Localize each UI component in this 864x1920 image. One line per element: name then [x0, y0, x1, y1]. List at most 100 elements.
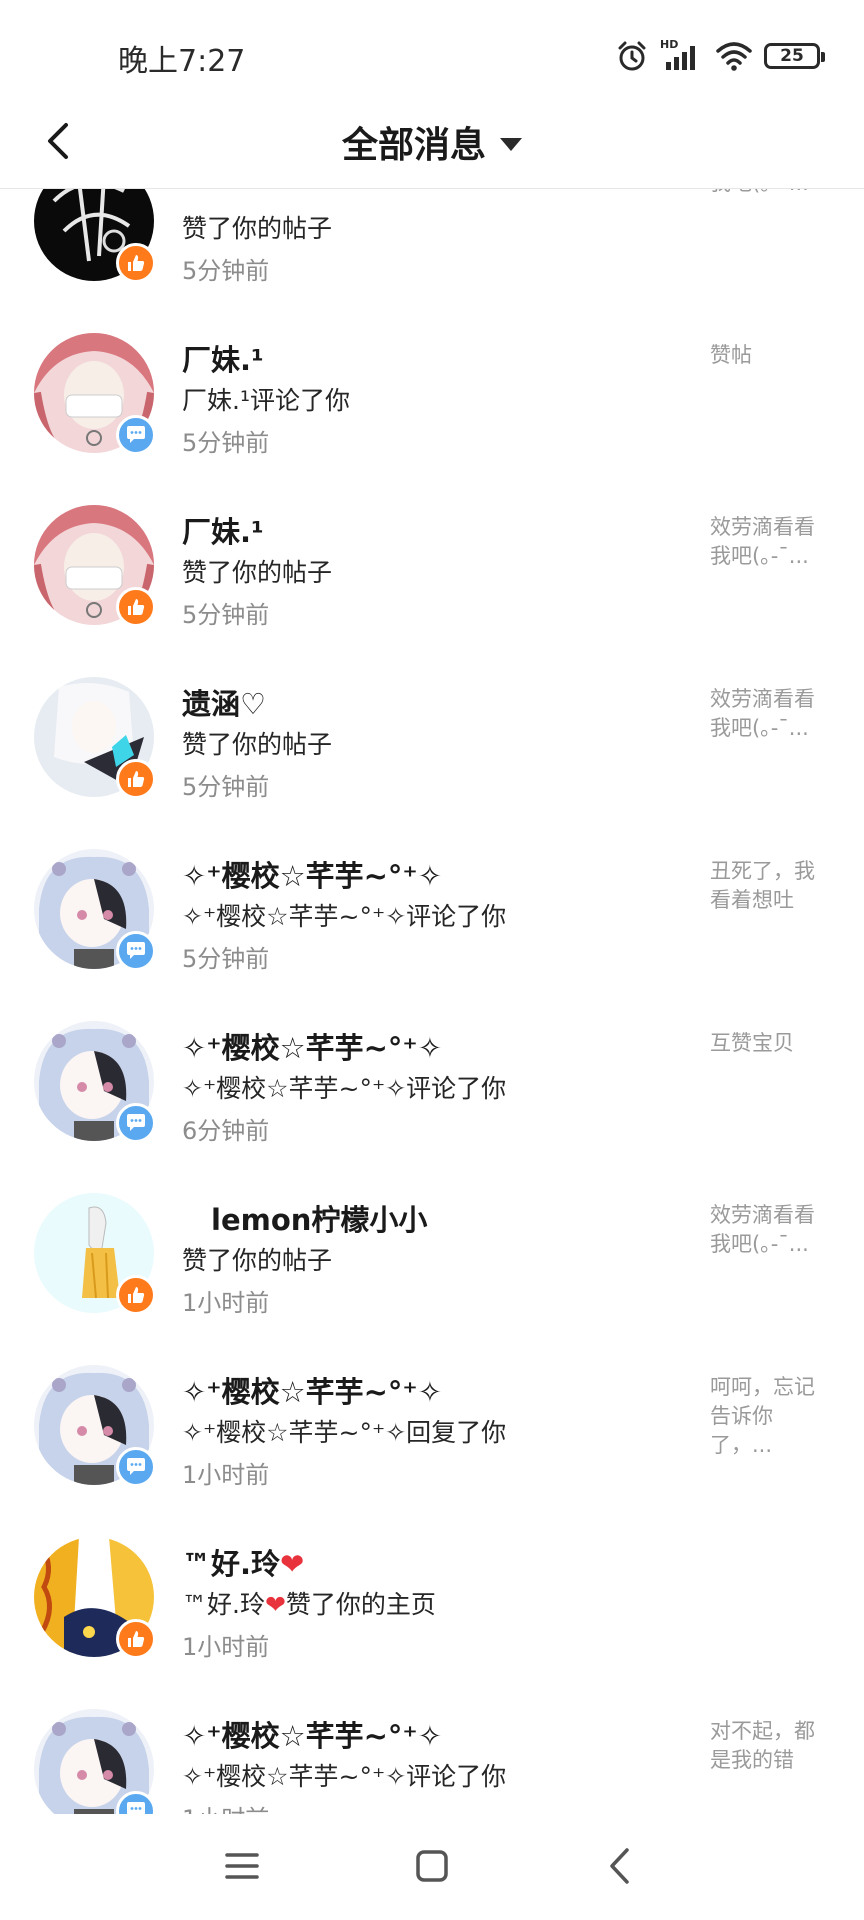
chat-bubble-icon [127, 1458, 145, 1475]
message-item[interactable]: 遗涵♡ 赞了你的帖子 5分钟前 效劳滴看看我吧(｡-¯... [0, 637, 864, 809]
message-item[interactable]: lemon柠檬小小 赞了你的帖子 1小时前 效劳滴看看我吧(｡-¯... [0, 1153, 864, 1325]
chat-bubble-icon [127, 1802, 145, 1814]
comment-badge [116, 415, 156, 455]
heart-emoji: ❤ [264, 1590, 286, 1619]
status-icons: HD 25 [616, 38, 825, 74]
alarm-icon [618, 41, 646, 71]
action-main: ✧⁺樱校☆芊芋~°⁺✧评论了你 [182, 1762, 507, 1791]
sender-name[interactable]: 遗涵♡ [182, 681, 266, 723]
comment-badge [116, 1103, 156, 1143]
heart-emoji: ❤ [280, 1547, 305, 1581]
status-bar: 晚上7:27 HD 25 [0, 0, 864, 110]
action-text: ✧⁺樱校☆芊芋~°⁺✧评论了你 [182, 897, 506, 933]
post-preview[interactable]: 效劳滴看看我吧(｡-¯... [710, 513, 820, 571]
action-main: 厂妹.¹评论了你 [182, 386, 350, 415]
sender-name[interactable]: ™好.玲❤ [182, 1541, 304, 1583]
hd-signal-icon: HD [660, 38, 704, 72]
action-text: 赞了你的帖子 [182, 553, 332, 589]
sender-name-text: ™好.玲 [182, 1547, 281, 1581]
action-main: ✧⁺樱校☆芊芋~°⁺✧回复了你 [182, 1418, 507, 1447]
battery-icon: 25 [764, 43, 825, 69]
post-preview[interactable]: 我吧(｡-¯... [710, 189, 820, 198]
home-button[interactable] [402, 1836, 462, 1896]
action-main: 赞了你的帖子 [182, 558, 333, 587]
comment-badge [116, 931, 156, 971]
action-text: ✧⁺樱校☆芊芋~°⁺✧评论了你 [182, 1757, 506, 1793]
action-text: 赞了你的帖子 [182, 1241, 332, 1277]
like-badge [116, 587, 156, 627]
action-main: ✧⁺樱校☆芊芋~°⁺✧评论了你 [182, 1074, 507, 1103]
action-main: ✧⁺樱校☆芊芋~°⁺✧评论了你 [182, 902, 507, 931]
square-icon [416, 1850, 448, 1882]
thumbs-up-icon [128, 1287, 145, 1303]
action-main: ™好.玲 [182, 1590, 265, 1619]
action-text: 赞了你的帖子 [182, 209, 332, 245]
timestamp: 5分钟前 [182, 945, 270, 973]
filter-dropdown[interactable]: 全部消息 [0, 96, 864, 188]
chat-bubble-icon [127, 1114, 145, 1131]
message-item[interactable]: ✧⁺樱校☆芊芋~°⁺✧ ✧⁺樱校☆芊芋~°⁺✧评论了你 6分钟前 互赞宝贝 [0, 981, 864, 1153]
timestamp: 1小时前 [182, 1461, 270, 1489]
sender-name-text: lemon柠檬小小 [182, 1203, 428, 1237]
timestamp: 5分钟前 [182, 429, 270, 457]
comment-badge [116, 1447, 156, 1487]
like-badge [116, 243, 156, 283]
message-list: 赞了你的帖子 5分钟前 我吧(｡-¯... 厂妹.¹ 厂妹.¹评论了你 5分钟前… [0, 189, 864, 1814]
action-main: 赞了你的帖子 [182, 1246, 333, 1275]
post-preview[interactable]: 赞帖 [710, 341, 820, 370]
like-badge [116, 759, 156, 799]
system-nav-bar [0, 1814, 864, 1920]
wifi-icon [716, 42, 752, 71]
sender-name-text: ✧⁺樱校☆芊芋~°⁺✧ [182, 1375, 443, 1409]
action-suffix: 赞了你的主页 [285, 1590, 436, 1619]
sender-name[interactable]: 厂妹.¹ [182, 509, 264, 551]
message-item[interactable]: ™好.玲❤ ™好.玲❤赞了你的主页 1小时前 [0, 1497, 864, 1669]
sender-name-text: 遗涵♡ [182, 687, 266, 721]
action-text: ✧⁺樱校☆芊芋~°⁺✧回复了你 [182, 1413, 506, 1449]
timestamp: 5分钟前 [182, 773, 270, 801]
message-item[interactable]: ✧⁺樱校☆芊芋~°⁺✧ ✧⁺樱校☆芊芋~°⁺✧评论了你 5分钟前 丑死了，我看着… [0, 809, 864, 981]
timestamp: 5分钟前 [182, 257, 270, 285]
nav-back-button[interactable] [590, 1836, 650, 1896]
caret-down-icon [500, 137, 522, 151]
post-preview[interactable]: 效劳滴看看我吧(｡-¯... [710, 685, 820, 743]
sender-name[interactable]: ✧⁺樱校☆芊芋~°⁺✧ [182, 853, 442, 895]
timestamp: 5分钟前 [182, 601, 270, 629]
thumbs-up-icon [128, 1631, 145, 1647]
sender-name[interactable]: ✧⁺樱校☆芊芋~°⁺✧ [182, 1025, 442, 1067]
timestamp: 6分钟前 [182, 1117, 270, 1145]
post-preview[interactable]: 对不起，都是我的错 [710, 1717, 820, 1775]
timestamp: 1小时前 [182, 1289, 270, 1317]
action-text: 赞了你的帖子 [182, 725, 332, 761]
message-item[interactable]: 厂妹.¹ 赞了你的帖子 5分钟前 效劳滴看看我吧(｡-¯... [0, 465, 864, 637]
message-item[interactable]: ✧⁺樱校☆芊芋~°⁺✧ ✧⁺樱校☆芊芋~°⁺✧回复了你 1小时前 呵呵，忘记告诉… [0, 1325, 864, 1497]
post-preview[interactable]: 呵呵，忘记告诉你了，... [710, 1373, 820, 1460]
like-badge [116, 1619, 156, 1659]
sender-name-text: 厂妹.¹ [182, 343, 264, 377]
battery-level: 25 [780, 46, 804, 66]
post-preview[interactable]: 效劳滴看看我吧(｡-¯... [710, 1201, 820, 1259]
menu-button[interactable] [212, 1836, 272, 1896]
sender-name[interactable]: 厂妹.¹ [182, 337, 264, 379]
action-main: 赞了你的帖子 [182, 730, 333, 759]
thumbs-up-icon [128, 771, 145, 787]
action-text: 厂妹.¹评论了你 [182, 381, 350, 417]
message-item[interactable]: 厂妹.¹ 厂妹.¹评论了你 5分钟前 赞帖 [0, 293, 864, 465]
menu-icon [225, 1853, 259, 1879]
post-preview[interactable]: 丑死了，我看着想吐 [710, 857, 820, 915]
action-text: ✧⁺樱校☆芊芋~°⁺✧评论了你 [182, 1069, 506, 1105]
message-item[interactable]: ✧⁺樱校☆芊芋~°⁺✧ ✧⁺樱校☆芊芋~°⁺✧评论了你 1小时前 对不起，都是我… [0, 1669, 864, 1814]
timestamp: 1小时前 [182, 1633, 270, 1661]
back-triangle-icon [610, 1848, 629, 1884]
top-bar: 全部消息 [0, 96, 864, 189]
sender-name[interactable]: ✧⁺樱校☆芊芋~°⁺✧ [182, 1369, 442, 1411]
chat-bubble-icon [127, 942, 145, 959]
sender-name-text: 厂妹.¹ [182, 515, 264, 549]
status-time: 晚上7:27 [118, 44, 246, 79]
sender-name-text: ✧⁺樱校☆芊芋~°⁺✧ [182, 859, 443, 893]
message-item[interactable]: 赞了你的帖子 5分钟前 我吧(｡-¯... [0, 189, 864, 293]
sender-name[interactable]: ✧⁺樱校☆芊芋~°⁺✧ [182, 1713, 442, 1755]
post-preview[interactable]: 互赞宝贝 [710, 1029, 820, 1058]
sender-name[interactable]: lemon柠檬小小 [182, 1197, 427, 1239]
thumbs-up-icon [128, 599, 145, 615]
